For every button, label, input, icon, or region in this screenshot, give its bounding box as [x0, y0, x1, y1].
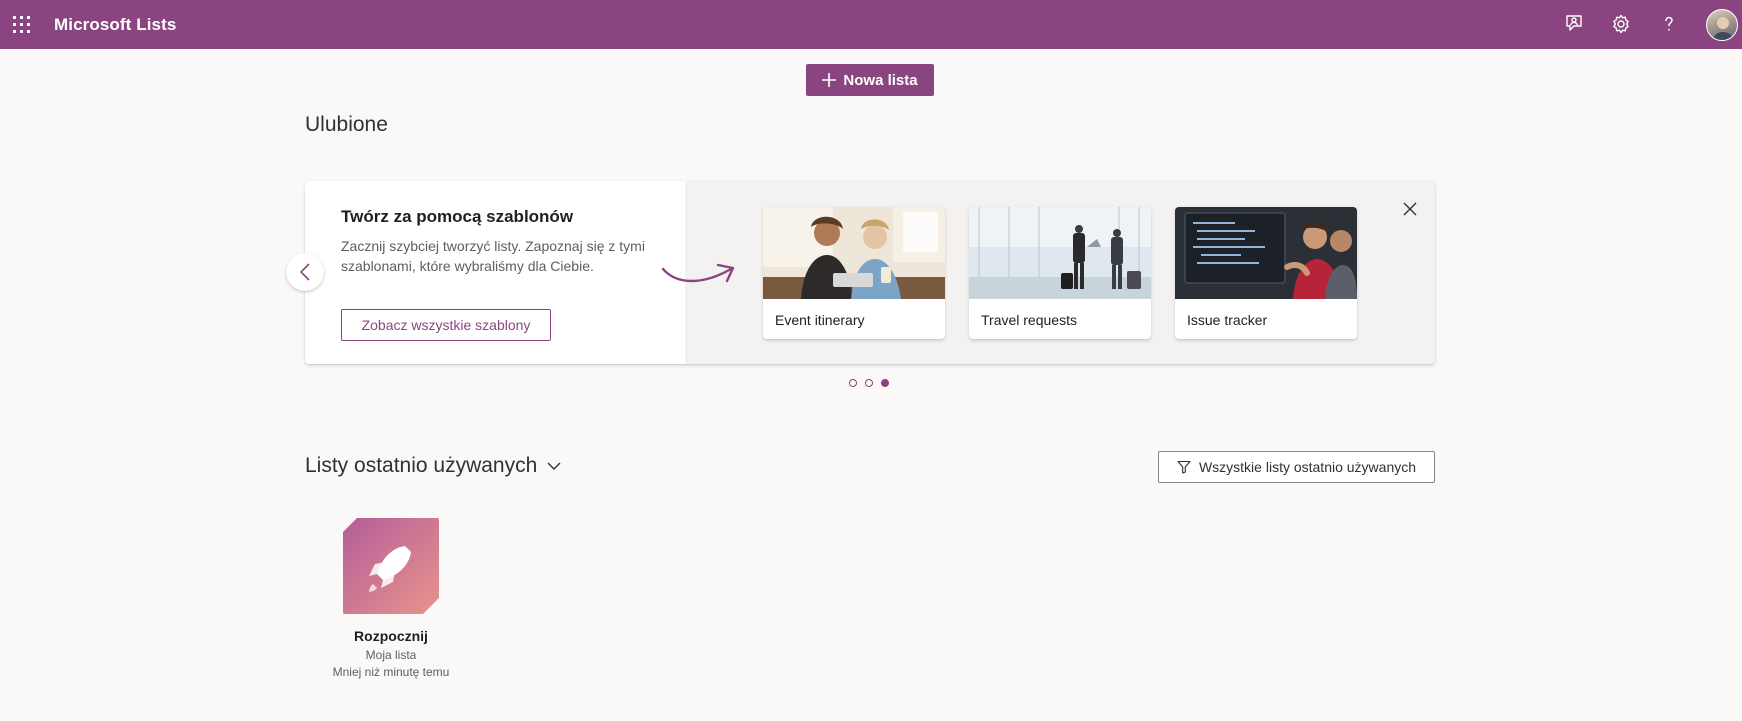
list-location: Moja lista [365, 648, 417, 662]
template-card-label: Event itinerary [775, 312, 865, 328]
carousel-pager [849, 379, 889, 387]
feedback-icon[interactable] [1562, 12, 1586, 36]
filter-label: Wszystkie listy ostatnio używanych [1198, 459, 1417, 475]
favorites-title: Ulubione [305, 113, 388, 136]
templates-heading: Twórz za pomocą szablonów [341, 207, 574, 226]
template-card-label: Travel requests [981, 312, 1077, 328]
help-icon[interactable] [1657, 12, 1681, 36]
issue-tracker-image [1175, 207, 1357, 299]
template-card-travel-requests[interactable]: Travel requests [969, 207, 1151, 339]
see-all-templates-button[interactable]: Zobacz wszystkie szablony [341, 309, 551, 341]
rocket-list-icon [343, 518, 439, 614]
pager-dot-2[interactable] [865, 379, 873, 387]
templates-description: Zacznij szybciej tworzyć listy. Zapoznaj… [341, 238, 645, 274]
app-launcher-icon[interactable] [13, 16, 30, 33]
list-name: Rozpocznij [354, 628, 428, 644]
templates-banner: Twórz za pomocą szablonów Zacznij szybci… [305, 181, 1435, 364]
travel-requests-image [969, 207, 1151, 299]
event-itinerary-image [763, 207, 945, 299]
template-card-event-itinerary[interactable]: Event itinerary [763, 207, 945, 339]
new-list-button[interactable]: Nowa lista [806, 64, 934, 96]
recent-lists-label: Listy ostatnio używanych [305, 454, 538, 477]
profile-avatar[interactable] [1706, 9, 1738, 41]
list-item[interactable]: Rozpocznij Moja lista Mniej niż minutę t… [318, 518, 464, 679]
pager-dot-3[interactable] [881, 379, 889, 387]
templates-intro-panel: Twórz za pomocą szablonów Zacznij szybci… [305, 181, 685, 364]
chevron-down-icon [547, 462, 561, 470]
top-bar: Microsoft Lists [0, 0, 1742, 49]
list-modified-time: Mniej niż minutę temu [332, 665, 450, 679]
curved-arrow-icon [661, 263, 735, 283]
plus-icon [822, 73, 837, 87]
carousel-previous-button[interactable] [286, 253, 324, 291]
template-card-label: Issue tracker [1187, 312, 1268, 328]
recent-lists-title[interactable]: Listy ostatnio używanych [305, 454, 561, 478]
template-card-issue-tracker[interactable]: Issue tracker [1175, 207, 1357, 339]
filter-icon [1177, 460, 1191, 474]
new-list-label: Nowa lista [843, 71, 918, 89]
recent-lists-filter-button[interactable]: Wszystkie listy ostatnio używanych [1158, 451, 1435, 483]
gear-icon[interactable] [1609, 12, 1633, 36]
chevron-left-icon [299, 263, 310, 281]
app-title[interactable]: Microsoft Lists [54, 0, 176, 49]
pager-dot-1[interactable] [849, 379, 857, 387]
close-icon[interactable] [1398, 197, 1422, 221]
